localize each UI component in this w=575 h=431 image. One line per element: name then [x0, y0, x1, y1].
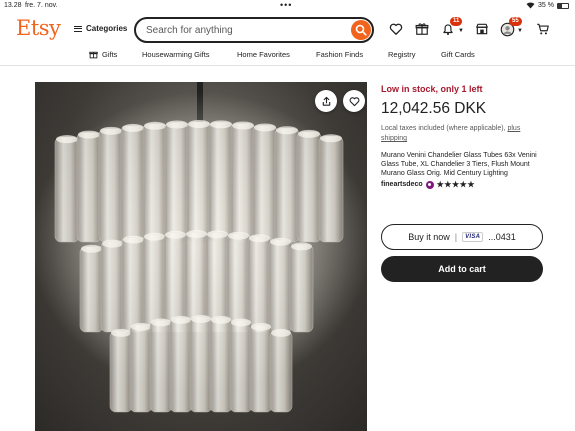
- nav-item-gifts[interactable]: Gifts: [89, 50, 117, 59]
- tax-note: Local taxes included (where applicable),…: [381, 124, 541, 144]
- gift-mode-button[interactable]: [415, 22, 431, 38]
- rating-stars[interactable]: ★★★★★: [437, 180, 475, 189]
- battery-icon: [557, 2, 569, 9]
- categories-button[interactable]: Categories: [74, 24, 127, 33]
- shop-name-link[interactable]: fineartsdeco: [381, 181, 423, 188]
- nav-item-housewarming-gifts[interactable]: Housewarming Gifts: [142, 50, 210, 59]
- notifications-button[interactable]: 11 ▼: [441, 17, 464, 38]
- listing-title: Murano Venini Chandelier Glass Tubes 63x…: [381, 152, 537, 177]
- buy-it-now-label: Buy it now: [408, 232, 450, 242]
- cart-icon: [537, 23, 549, 35]
- nav-item-fashion-finds[interactable]: Fashion Finds: [316, 50, 363, 59]
- shop-icon: [476, 23, 488, 35]
- categories-label: Categories: [86, 24, 128, 33]
- multitask-dots-icon[interactable]: •••: [280, 0, 292, 10]
- status-bar: 13.28 fre. 7. nov. ••• 35 %: [0, 0, 575, 12]
- gift-icon: [415, 23, 429, 35]
- search-bar: [134, 17, 374, 43]
- battery-percent: 35 %: [538, 2, 554, 9]
- wifi-icon: [526, 2, 535, 9]
- favorites-button[interactable]: [389, 22, 405, 38]
- share-button[interactable]: [315, 90, 337, 112]
- chevron-down-icon: ▼: [517, 28, 523, 34]
- status-date: fre. 7. nov.: [25, 2, 58, 9]
- shop-info: fineartsdeco ★★★★★: [381, 180, 475, 189]
- shop-manager-button[interactable]: [475, 22, 491, 38]
- add-to-cart-button[interactable]: Add to cart: [381, 256, 543, 282]
- etsy-logo[interactable]: Etsy: [16, 16, 61, 40]
- account-button[interactable]: 55 ▼: [500, 17, 523, 38]
- listing-image[interactable]: [35, 82, 367, 431]
- chevron-down-icon: ▼: [458, 28, 464, 34]
- heart-icon: [389, 23, 403, 35]
- heart-icon: [349, 96, 359, 106]
- cart-button[interactable]: [536, 22, 552, 38]
- nav-item-label: Gifts: [102, 50, 118, 59]
- stock-notice: Low in stock, only 1 left: [381, 84, 483, 94]
- card-last4: ...0431: [488, 232, 516, 242]
- search-icon: [355, 24, 367, 36]
- status-time: 13.28: [4, 2, 22, 9]
- status-right: 35 %: [526, 2, 569, 9]
- share-icon: [322, 96, 330, 106]
- buy-it-now-button[interactable]: Buy it now | VISA ...0431: [381, 224, 543, 250]
- chandelier-image: [35, 82, 367, 413]
- notifications-badge: 11: [450, 17, 463, 26]
- gift-icon: [89, 51, 98, 59]
- account-badge: 55: [509, 17, 522, 26]
- price: 12,042.56 DKK: [381, 100, 487, 117]
- visa-icon: VISA: [462, 232, 484, 242]
- search-input[interactable]: [146, 23, 336, 38]
- header-divider: [0, 65, 575, 66]
- site-header: Etsy Categories 11 ▼ 55 ▼: [0, 12, 575, 47]
- menu-icon: [74, 25, 82, 32]
- nav-item-home-favorites[interactable]: Home Favorites: [237, 50, 290, 59]
- separator: |: [454, 232, 458, 242]
- nav-item-registry[interactable]: Registry: [388, 50, 416, 59]
- favorite-listing-button[interactable]: [343, 90, 365, 112]
- search-button[interactable]: [351, 20, 371, 40]
- category-nav: Gifts Housewarming Gifts Home Favorites …: [0, 47, 575, 64]
- star-seller-icon: [425, 180, 434, 189]
- tax-note-text: Local taxes included (where applicable),: [381, 125, 506, 132]
- add-to-cart-label: Add to cart: [438, 264, 486, 274]
- nav-item-gift-cards[interactable]: Gift Cards: [441, 50, 475, 59]
